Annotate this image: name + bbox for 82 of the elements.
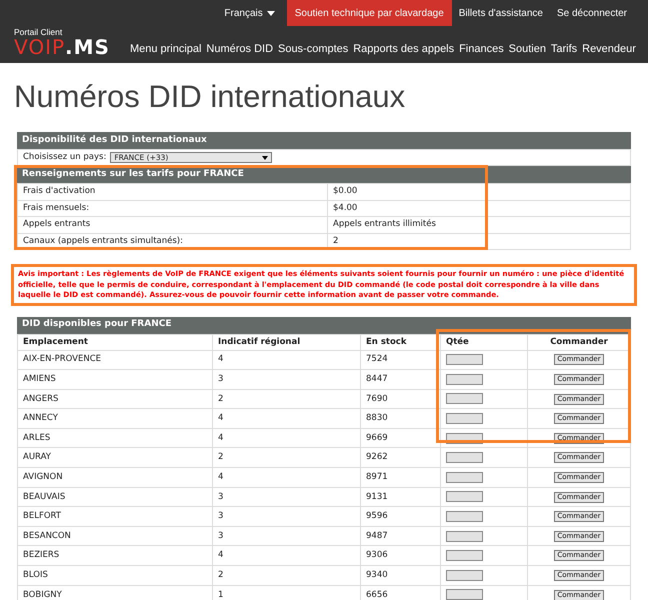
column-header: Emplacement [18, 334, 212, 350]
quantity-field[interactable] [446, 570, 483, 581]
table-cell: 8447 [360, 370, 440, 390]
quantity-field[interactable] [446, 511, 483, 522]
caret-icon [266, 10, 275, 16]
section-header: DID disponibles pour FRANCE [17, 316, 631, 334]
table-cell: Appels entrants illimités [328, 216, 630, 233]
nav-link[interactable]: Revendeur [582, 40, 636, 57]
table-cell: Appels entrants [18, 216, 328, 233]
language-selector[interactable]: Français [212, 0, 287, 26]
table-cell: AIX-EN-PROVENCE [18, 350, 212, 370]
table-cell: 8830 [360, 408, 440, 428]
table-cell: 3 [212, 506, 360, 526]
table-cell: Frais d'activation [18, 184, 328, 200]
table-cell: AMIENS [18, 370, 212, 390]
nav-link[interactable]: Tarifs [550, 40, 578, 57]
quantity-field[interactable] [446, 491, 483, 502]
table-cell: BEAUVAIS [18, 487, 212, 507]
table-cell: BLOIS [18, 566, 212, 586]
table-cell: 7690 [360, 389, 440, 409]
chat-support-button[interactable]: Soutien technique par clavardage [286, 0, 452, 26]
top-link[interactable]: Billets d'assistance [452, 0, 550, 26]
table-cell: BESANCON [18, 526, 212, 546]
nav-link[interactable]: Rapports des appels [353, 40, 454, 57]
logo: VOIP.MS [14, 37, 110, 57]
table-cell: $4.00 [328, 200, 630, 216]
column-header: Qtée [440, 334, 528, 350]
column-header: En stock [360, 334, 440, 350]
table-cell: 9306 [360, 546, 440, 566]
table-cell: 2 [212, 566, 360, 586]
quantity-field[interactable] [446, 530, 483, 542]
table-cell: 7524 [360, 350, 440, 370]
caret-icon [262, 156, 268, 160]
quantity-field[interactable] [446, 393, 483, 404]
table-cell: AURAY [18, 448, 212, 468]
table-cell: 9262 [360, 448, 440, 468]
table-cell: 8971 [360, 468, 440, 488]
quantity-field[interactable] [446, 374, 483, 385]
table-cell: 9487 [360, 526, 440, 546]
quantity-field[interactable] [446, 354, 483, 366]
table-cell: 4 [212, 546, 360, 566]
country-label: Choisissez un pays: [23, 151, 106, 164]
table-cell: 9131 [360, 487, 440, 507]
quantity-field[interactable] [446, 589, 483, 600]
table-cell: 4 [212, 350, 360, 370]
nav-link[interactable]: Menu principal [130, 40, 202, 57]
quantity-field[interactable] [446, 550, 483, 562]
portal-caption: Portail Client [14, 27, 64, 37]
section-header: Disponibilité des DID internationaux [17, 132, 631, 149]
quantity-field[interactable] [446, 413, 483, 424]
table-cell: 2 [212, 389, 360, 409]
table-cell: 3 [212, 370, 360, 390]
table-cell: 4 [212, 468, 360, 488]
page-title: Numéros DID internationaux [14, 79, 406, 115]
table-cell: BOBIGNY [18, 585, 212, 600]
nav-link[interactable]: Finances [459, 40, 504, 57]
column-header: Commander [528, 334, 630, 350]
table-cell: ANGERS [18, 389, 212, 409]
quantity-field[interactable] [446, 472, 483, 483]
table-cell: 3 [212, 526, 360, 546]
table-cell: Canaux (appels entrants simultanés): [18, 233, 328, 250]
table-cell: $0.00 [328, 184, 630, 200]
table-cell: ARLES [18, 428, 212, 448]
table-cell: BELFORT [18, 506, 212, 526]
table-cell: AVIGNON [18, 468, 212, 488]
nav-link[interactable]: Sous-comptes [278, 40, 348, 57]
section-header: Renseignements sur les tarifs pour FRANCE [17, 166, 631, 183]
table-cell: Frais mensuels: [18, 200, 328, 216]
table-cell: 9596 [360, 506, 440, 526]
table-cell: 4 [212, 408, 360, 428]
column-header: Indicatif régional [212, 334, 360, 350]
table-cell: 2 [212, 448, 360, 468]
table-cell: 3 [212, 487, 360, 507]
table-cell: 9669 [360, 428, 440, 448]
table-cell: BEZIERS [18, 546, 212, 566]
table-cell: 9340 [360, 566, 440, 586]
nav-link[interactable]: Soutien [508, 40, 546, 57]
nav-link[interactable]: Numéros DID [206, 40, 274, 57]
top-link[interactable]: Se déconnecter [550, 0, 634, 26]
table-cell: 4 [212, 428, 360, 448]
table-cell: ANNECY [18, 408, 212, 428]
quantity-field[interactable] [446, 452, 483, 464]
